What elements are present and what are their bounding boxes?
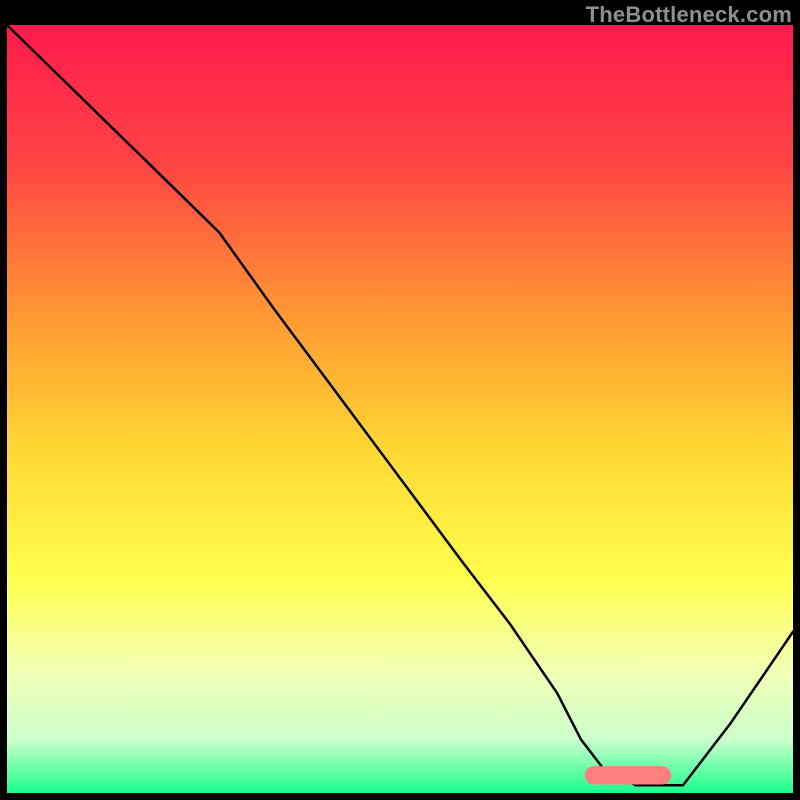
bottleneck-chart: [7, 25, 793, 793]
chart-frame: [7, 25, 793, 793]
optimal-range-marker: [585, 766, 672, 784]
